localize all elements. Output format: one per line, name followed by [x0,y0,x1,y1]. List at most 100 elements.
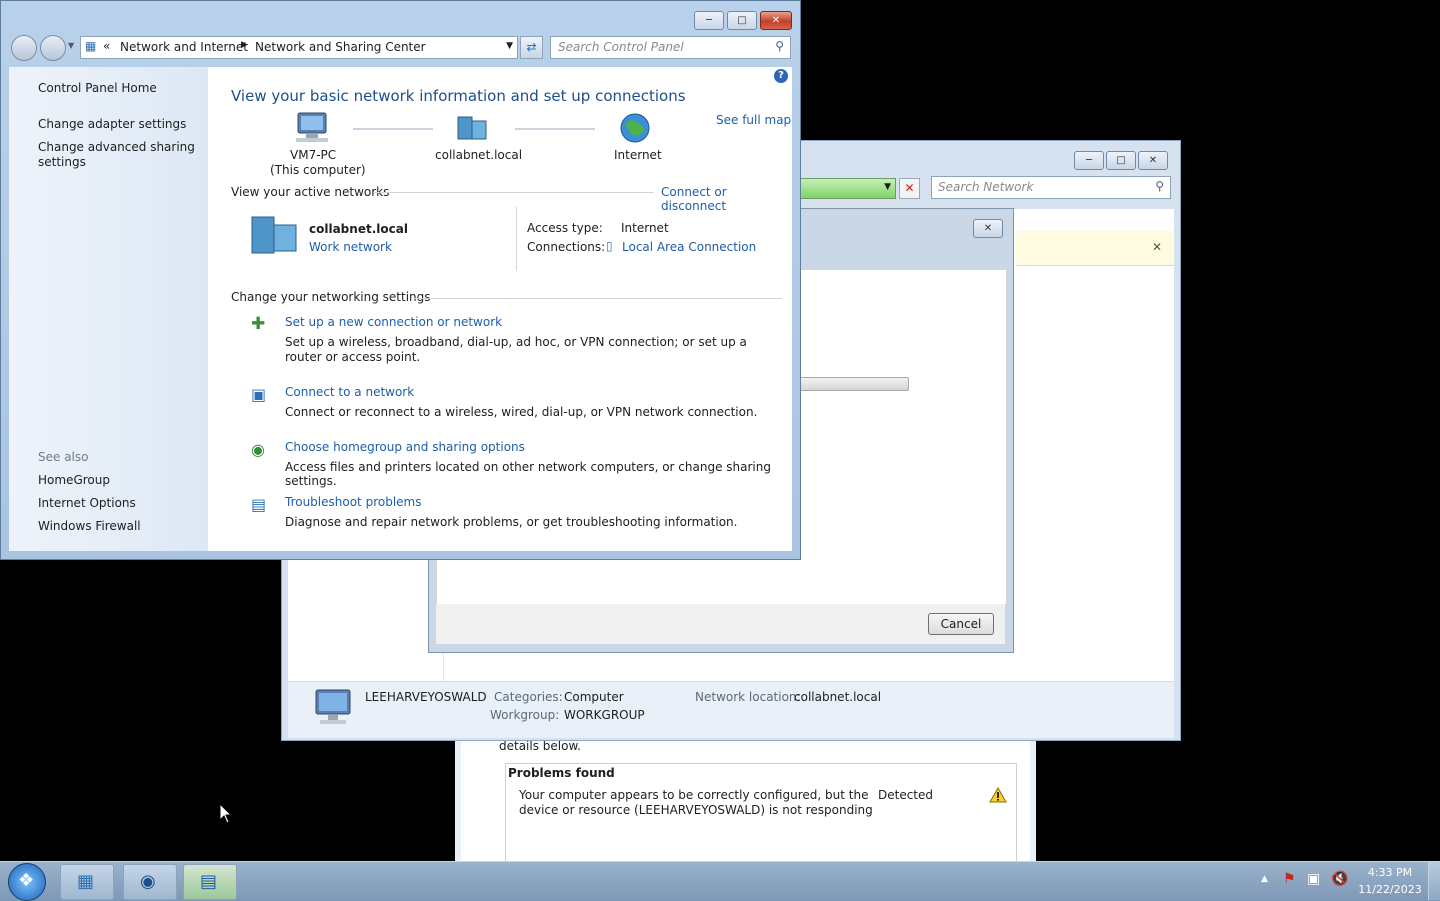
address-dropdown-icon[interactable]: ▼ [506,41,513,51]
address-progress-bar[interactable]: ▼ [800,178,896,199]
nav-advanced-sharing-line2[interactable]: settings [38,155,86,169]
nav-control-panel-home[interactable]: Control Panel Home [38,81,157,95]
main-content: ? View your basic network information an… [208,67,792,551]
forward-button[interactable] [40,35,66,61]
breadcrumb-network-internet[interactable]: Network and Internet [120,40,248,54]
task-homegroup-link[interactable]: Choose homegroup and sharing options [285,440,525,454]
see-full-map-link[interactable]: See full map [716,113,791,127]
task-new-connection-desc: Set up a wireless, broadband, dial-up, a… [285,335,747,364]
categories-value: Computer [564,690,624,704]
troubleshooter-content: details below. Problems found Your compu… [461,735,1030,862]
map-connector-1 [353,128,433,130]
local-area-connection-link[interactable]: Local Area Connection [622,240,756,254]
search-network-placeholder: Search Network [938,180,1034,194]
start-button[interactable]: ❖ [8,863,46,901]
network-type-link[interactable]: Work network [309,240,392,254]
action-center-flag-icon[interactable]: ⚑ [1283,871,1296,887]
show-hidden-icons[interactable]: ▲ [1261,874,1268,884]
computer-name-label: VM7-PC [290,148,337,162]
nav-advanced-sharing-line1[interactable]: Change advanced sharing [38,140,195,154]
see-also-label: See also [38,450,89,464]
domain-label: collabnet.local [435,148,523,162]
breadcrumb-separator-icon[interactable]: ▶ [241,40,248,50]
nav-windows-firewall[interactable]: Windows Firewall [38,519,141,533]
details-text: details below. [499,739,581,753]
network-tray-icon[interactable]: ▣ [1307,871,1320,887]
search-icon[interactable]: ⚲ [1155,179,1164,193]
internet-label: Internet [614,148,662,162]
vertical-divider [516,207,517,271]
search-control-panel-input[interactable]: Search Control Panel ⚲ [550,36,791,59]
volume-muted-icon[interactable]: 🔇 [1331,871,1348,887]
task-connect-network-desc: Connect or reconnect to a wireless, wire… [285,405,758,419]
this-computer-icon [296,112,328,142]
nav-homegroup[interactable]: HomeGroup [38,473,110,487]
help-icon[interactable]: ? [774,69,788,83]
task-troubleshoot-link[interactable]: Troubleshoot problems [285,495,421,509]
troubleshooter-icon: ▤ [200,871,218,892]
task-new-connection-link[interactable]: Set up a new connection or network [285,315,502,329]
active-networks-label: View your active networks [231,185,390,199]
network-sharing-center-window: ─ □ ✕ ▼ ▦ « Network and Internet ▶ Netwo… [0,0,801,560]
domain-network-icon [457,116,487,140]
stop-icon[interactable]: ✕ [899,178,920,199]
problem-line-2: device or resource (LEEHARVEYOSWALD) is … [519,803,873,817]
search-placeholder: Search Control Panel [558,40,684,54]
cp-close-button[interactable]: ✕ [760,11,792,30]
close-button[interactable]: ✕ [1138,151,1168,170]
close-infobar-icon[interactable]: ✕ [1152,240,1162,254]
warning-icon [989,787,1007,803]
task-troubleshoot-desc: Diagnose and repair network problems, or… [285,515,738,529]
map-connector-2 [515,128,595,130]
clock-time[interactable]: 4:33 PM [1360,866,1420,879]
connect-network-icon: ▣ [251,385,267,404]
dialog-footer: Cancel [436,604,1005,644]
divider-line [374,192,654,193]
control-panel-icon: ▦ [85,39,97,53]
recent-pages-icon[interactable]: ▼ [68,41,74,50]
minimize-button[interactable]: ─ [1074,151,1104,170]
nav-change-adapter-settings[interactable]: Change adapter settings [38,117,186,131]
dialog-close-button[interactable]: ✕ [973,219,1003,238]
search-network-input[interactable]: Search Network ⚲ [931,176,1171,199]
this-computer-label: (This computer) [270,163,366,177]
taskbar-troubleshooter[interactable]: ▤ [183,864,237,900]
network-name: collabnet.local [309,222,408,236]
cp-minimize-button[interactable]: ─ [694,11,724,30]
show-desktop-button[interactable] [1428,862,1440,900]
mouse-cursor-icon [219,803,233,824]
nav-internet-options[interactable]: Internet Options [38,496,136,510]
task-homegroup-desc: Access files and printers located on oth… [285,460,771,488]
breadcrumb-sharing-center[interactable]: Network and Sharing Center [255,40,426,54]
cancel-button[interactable]: Cancel [928,613,994,635]
cp-maximize-button[interactable]: □ [727,11,757,30]
windows-logo-icon: ❖ [18,870,35,891]
dropdown-arrow-icon[interactable]: ▼ [884,182,891,192]
refresh-icon[interactable]: ⇄ [520,36,543,59]
taskbar-network[interactable]: ◉ [123,864,177,900]
info-bar[interactable]: ✕ [1016,231,1174,266]
computer-name: LEEHARVEYOSWALD [365,690,487,704]
control-panel-icon: ▦ [77,871,95,892]
connect-disconnect-link[interactable]: Connect or disconnect [661,185,792,213]
problem-status: Detected [878,788,934,802]
search-icon[interactable]: ⚲ [775,39,784,53]
taskbar-control-panel[interactable]: ▦ [60,864,114,900]
overflow-chevron-icon[interactable]: « [103,39,110,53]
access-type-label: Access type: [527,221,603,235]
computer-icon [315,689,351,724]
categories-label: Categories: [494,690,563,704]
maximize-button[interactable]: □ [1106,151,1136,170]
clock-date[interactable]: 11/22/2023 [1357,883,1423,896]
left-navigation-pane: Control Panel Home Change adapter settin… [9,67,208,551]
troubleshoot-icon: ▤ [251,495,267,514]
divider-line [413,298,782,299]
task-connect-network-link[interactable]: Connect to a network [285,385,414,399]
back-button[interactable] [11,35,37,61]
details-pane: LEEHARVEYOSWALD Categories: Computer Wor… [288,681,1174,738]
new-connection-icon: ✚ [251,314,266,334]
taskbar: ❖ ▦ ◉ ▤ ▲ ⚑ ▣ 🔇 4:33 PM 11/22/2023 [0,861,1440,901]
address-bar[interactable]: ▦ « Network and Internet ▶ Network and S… [80,36,518,59]
homegroup-icon: ◉ [251,440,265,459]
problem-line-1: Your computer appears to be correctly co… [519,788,869,802]
